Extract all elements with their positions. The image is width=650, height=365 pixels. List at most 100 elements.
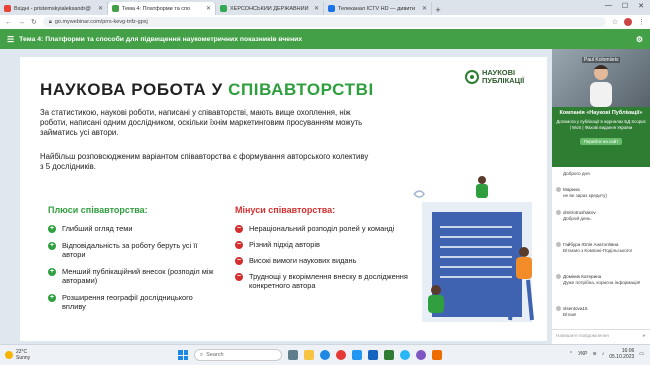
reload-icon[interactable]: ↻ (31, 18, 37, 26)
browser-tab-ictv[interactable]: Телеканал ICTV HD — дивити ✕ (324, 2, 432, 15)
avatar (556, 187, 561, 193)
back-icon[interactable]: ← (5, 19, 12, 26)
windows-start-icon[interactable] (178, 350, 188, 360)
chat-author: vlsentova15 (563, 306, 588, 311)
presenter-name: Paul Kolomiiets (582, 57, 621, 63)
slide-title-highlight: СПІВАВТОРСТВІ (228, 80, 374, 99)
plus-icon: + (48, 225, 56, 233)
url-text: go.mywebinar.com/prrs-kevg-tnfz-gpxj (54, 19, 148, 25)
pros-list: Плюси співавторства: + Глибший огляд теми… (48, 205, 218, 319)
close-tab-icon[interactable]: ✕ (422, 5, 427, 12)
browser-tab-university[interactable]: ХЕРСОНСЬКИЙ ДЕРЖАВНИЙ ✕ (216, 2, 324, 15)
minus-icon: − (235, 241, 243, 249)
paperclip-icon (413, 190, 425, 198)
owl-logo-icon (465, 70, 479, 84)
browser-tab-webinar[interactable]: Тема 4: Платформи та спо ✕ (108, 2, 216, 15)
ictv-favicon-icon (328, 5, 335, 12)
chat-input[interactable]: Напишите повідомлення ➤ (552, 329, 650, 341)
avatar (556, 242, 561, 248)
close-window-icon[interactable]: ✕ (638, 2, 644, 10)
promo-description: Допомога у публікації в журналах БД Scop… (556, 119, 646, 130)
presenter-video[interactable]: Paul Kolomiiets (552, 49, 650, 107)
new-tab-button[interactable]: + (432, 5, 444, 15)
word-icon[interactable] (368, 350, 378, 360)
maximize-icon[interactable]: ☐ (622, 2, 628, 10)
lock-icon: 🔒︎ (48, 18, 52, 25)
profile-avatar[interactable] (624, 18, 632, 26)
weather-widget[interactable]: 22°C Sunny (0, 349, 60, 361)
avatar (556, 210, 561, 216)
wifi-icon[interactable]: ≋ (593, 351, 597, 357)
chat-message: Марина не ве зараз кредиту) (556, 187, 607, 198)
address-bar-row: ← → ↻ 🔒︎ go.mywebinar.com/prrs-kevg-tnfz… (0, 15, 650, 29)
presentation-slide: НАУКОВІ ПУБЛІКАЦІЇ НАУКОВА РОБОТА У СПІВ… (20, 57, 547, 341)
illustration-person-top-body (476, 184, 488, 198)
close-tab-icon[interactable]: ✕ (314, 5, 319, 12)
close-tab-icon[interactable]: ✕ (98, 5, 103, 12)
notifications-icon[interactable]: ▭ (639, 351, 644, 357)
forward-icon[interactable]: → (18, 19, 25, 26)
url-field[interactable]: 🔒︎ go.mywebinar.com/prrs-kevg-tnfz-gpxj (42, 17, 606, 27)
volume-icon[interactable]: ♪ (602, 351, 605, 357)
edge-icon[interactable] (320, 350, 330, 360)
cons-item: − Нераціональний розподіл ролей у команді (235, 224, 425, 233)
star-icon[interactable]: ☆ (612, 18, 618, 26)
windows-taskbar: 22°C Sunny ⌕ Search ⌃ УКР ≋ ♪ 16:06 05.1… (0, 344, 650, 365)
chat-author: Гайбура Юлія Анатоліївна (563, 242, 619, 247)
minus-icon: − (235, 225, 243, 233)
media-app-icon[interactable] (432, 350, 442, 360)
chat-message-text: Доброй день. (563, 215, 592, 221)
cons-item-text: Високі вимоги наукових видань (249, 256, 357, 265)
document-illustration (413, 176, 534, 322)
tab-title: Вхідні - pristemskyialeksandr@ (14, 5, 91, 12)
taskbar-center: ⌕ Search (178, 349, 442, 361)
settings-icon[interactable]: ⚙ (636, 35, 643, 44)
send-icon[interactable]: ➤ (642, 333, 646, 338)
chrome-icon[interactable] (336, 350, 346, 360)
illustration-person-left-head (431, 285, 441, 295)
promo-button[interactable]: Перейти на сайт (579, 138, 623, 145)
chat-message: dmitrotrushakov Доброй день. (556, 210, 596, 221)
cons-list: Мінуси співавторства: − Нераціональний ро… (235, 205, 425, 297)
language-indicator[interactable]: УКР (578, 351, 587, 357)
pros-item-text: Відповідальність за роботу беруть усі її… (62, 241, 198, 259)
cons-item: − Труднощі у вкорімлення внеску в дослідж… (235, 272, 425, 290)
university-favicon-icon (220, 5, 227, 12)
avatar (556, 274, 561, 280)
cons-title: Мінуси співавторства: (235, 205, 336, 215)
telegram-icon[interactable] (400, 350, 410, 360)
promo-title: Компанія «Наукові Публікації» (559, 110, 643, 116)
slide-title-plain: НАУКОВА РОБОТА У (40, 80, 229, 99)
gmail-icon (4, 5, 11, 12)
pros-item: + Відповідальність за роботу беруть усі ї… (48, 241, 218, 259)
cons-item-text: Труднощі у вкорімлення внеску в дослідже… (249, 272, 408, 290)
minus-icon: − (235, 273, 243, 281)
hamburger-menu-icon[interactable]: ☰ (7, 35, 14, 44)
file-explorer-icon[interactable] (304, 350, 314, 360)
plus-icon: + (48, 294, 56, 302)
illustration-person-left-body (428, 295, 444, 313)
task-view-icon[interactable] (288, 350, 298, 360)
excel-icon[interactable] (384, 350, 394, 360)
search-placeholder: Search (206, 352, 224, 358)
close-tab-icon[interactable]: ✕ (206, 5, 211, 12)
chevron-up-icon[interactable]: ⌃ (569, 351, 573, 357)
cons-item: − Різний підхід авторів (235, 240, 425, 249)
clock[interactable]: 16:06 05.10.2023 (609, 348, 634, 360)
viber-icon[interactable] (416, 350, 426, 360)
chat-author: Марина (563, 187, 580, 192)
chat-author: Доміник Катерина (563, 274, 602, 279)
minimize-icon[interactable]: — (605, 2, 612, 10)
slide-paragraph-1: За статистикою, наукові роботи, написані… (40, 108, 363, 137)
browser-tab-gmail[interactable]: Вхідні - pristemskyialeksandr@ ✕ (0, 2, 108, 15)
pros-item: + Розширення географії дослідницького впл… (48, 293, 218, 311)
chat-message-text: Дуже потрібна, корисна інформація! (563, 279, 641, 285)
more-menu-icon[interactable]: ⋮ (638, 18, 645, 26)
cons-item-text: Нераціональний розподіл ролей у команді (249, 224, 395, 233)
chat-message: Доброго дня. (556, 171, 591, 177)
store-icon[interactable] (352, 350, 362, 360)
chat-message-text: Вітаю! (563, 311, 577, 317)
taskbar-search[interactable]: ⌕ Search (194, 349, 282, 361)
webinar-header: ☰ Тема 4: Платформи та способи для підви… (0, 29, 650, 49)
slide-title: НАУКОВА РОБОТА У СПІВАВТОРСТВІ (40, 80, 374, 100)
